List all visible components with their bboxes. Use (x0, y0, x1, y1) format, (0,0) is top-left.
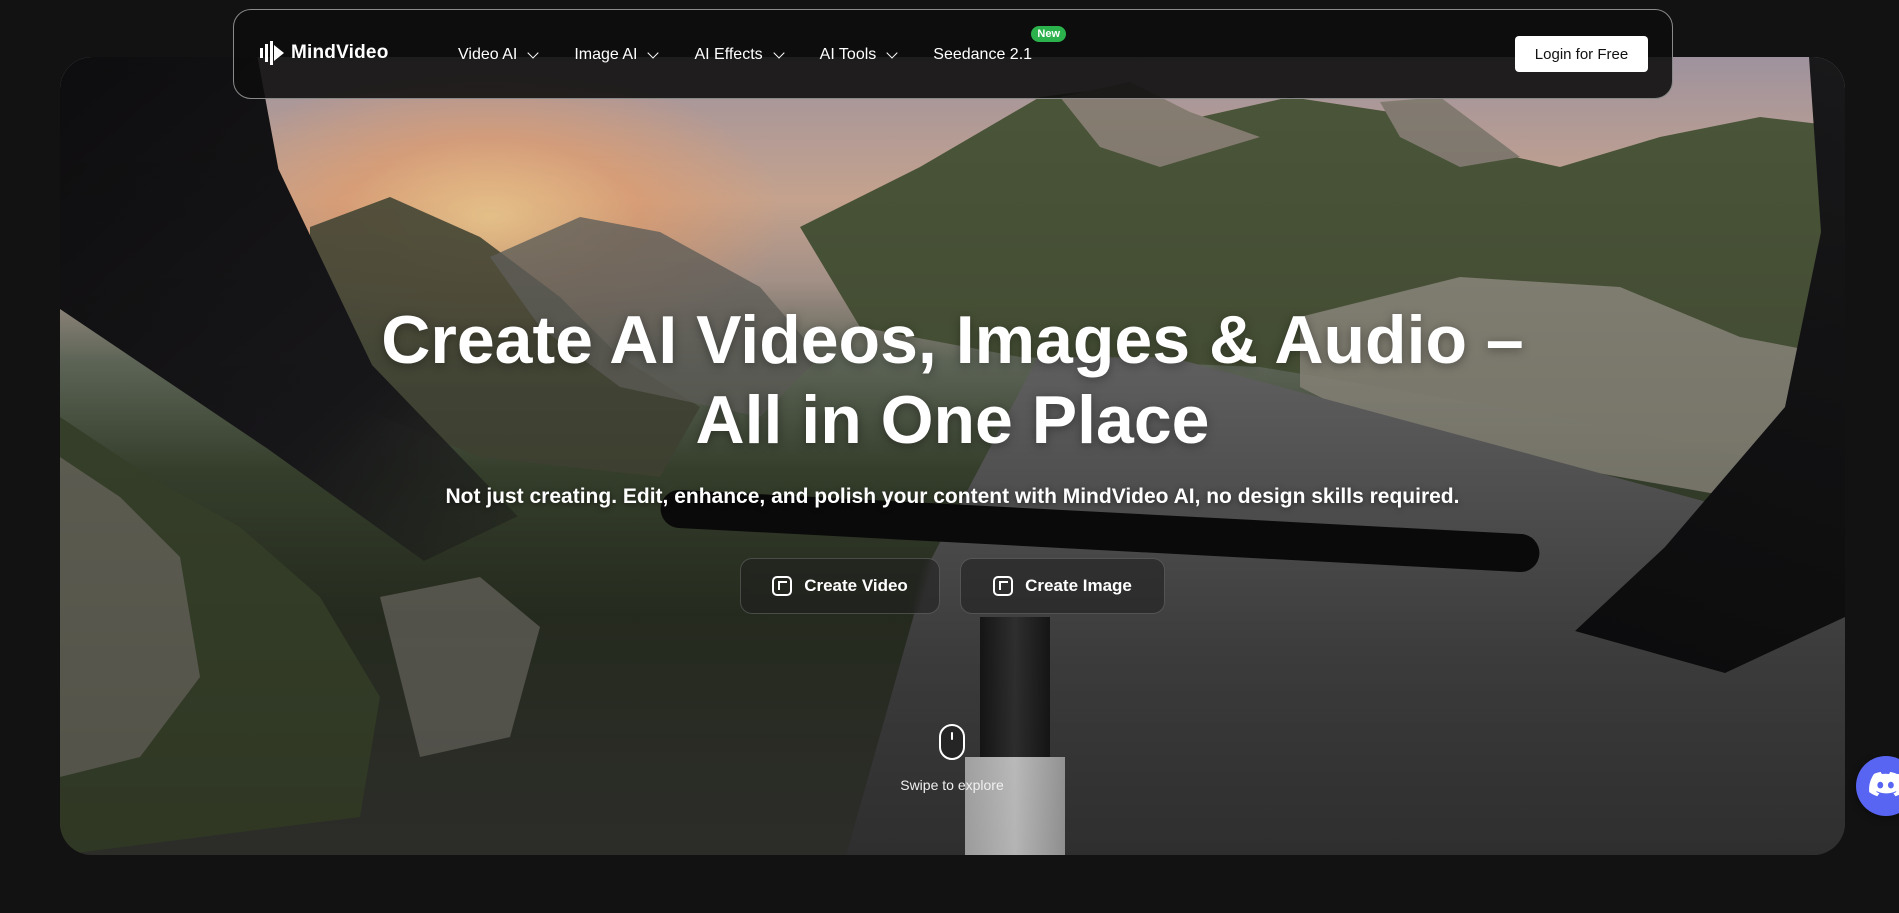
chevron-down-icon (772, 46, 785, 59)
nav-item-ai-tools[interactable]: AI Tools (819, 46, 898, 64)
new-badge: New (1031, 26, 1067, 42)
headline-line-2: All in One Place (695, 382, 1210, 458)
nav-label: Video AI (458, 46, 518, 63)
video-create-icon (772, 576, 793, 596)
create-video-label: Create Video (804, 576, 908, 595)
nav-label: Seedance 2.1 (933, 46, 1033, 63)
discord-button[interactable] (1856, 756, 1899, 816)
login-button[interactable]: Login for Free (1515, 36, 1648, 72)
main-menu: Video AI Image AI AI Effects AI Tools Se… (458, 26, 1069, 64)
nav-item-seedance[interactable]: Seedance 2.1 New (933, 26, 1067, 64)
nav-label: AI Tools (819, 46, 877, 63)
nav-label: Image AI (574, 46, 638, 63)
mouse-scroll-icon[interactable] (939, 724, 965, 760)
nav-item-image-ai[interactable]: Image AI (574, 46, 660, 64)
chevron-down-icon (647, 46, 660, 59)
discord-icon (1869, 771, 1899, 802)
create-image-label: Create Image (1025, 576, 1132, 595)
hero-headline: Create AI Videos, Images & Audio – All i… (60, 300, 1845, 460)
logo-icon (259, 40, 285, 66)
nav-label: AI Effects (694, 46, 763, 63)
hero-subheadline: Not just creating. Edit, enhance, and po… (445, 485, 1460, 508)
chevron-down-icon (527, 46, 539, 59)
top-navbar: MindVideo Video AI Image AI AI Effects A… (233, 9, 1673, 99)
create-image-button[interactable]: Create Image (960, 558, 1165, 614)
nav-item-video-ai[interactable]: Video AI (458, 46, 539, 64)
brand-logo[interactable]: MindVideo (259, 40, 389, 66)
scroll-hint: Swipe to explore (900, 777, 1004, 793)
chevron-down-icon (886, 46, 898, 59)
create-video-button[interactable]: Create Video (740, 558, 940, 614)
image-create-icon (993, 576, 1014, 596)
brand-name: MindVideo (291, 42, 389, 63)
headline-line-1: Create AI Videos, Images & Audio – (381, 302, 1524, 378)
nav-item-ai-effects[interactable]: AI Effects (694, 46, 785, 64)
